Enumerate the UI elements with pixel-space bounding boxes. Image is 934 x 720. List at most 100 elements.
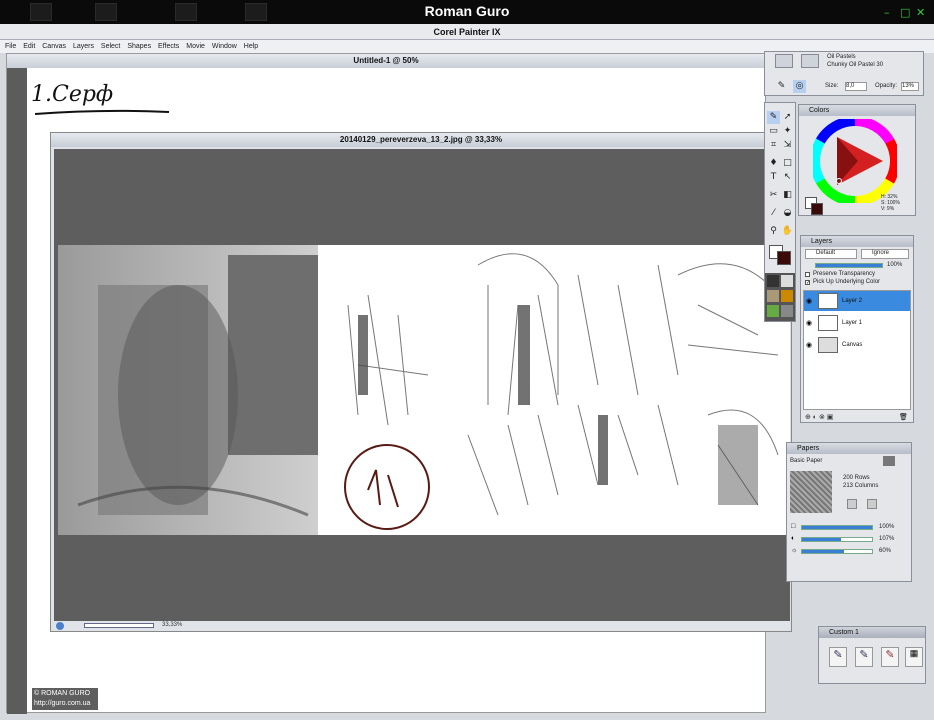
eye-icon[interactable]: ◉ <box>806 297 812 305</box>
colors-title[interactable]: Colors <box>799 105 915 116</box>
menu-select[interactable]: Select <box>101 43 120 50</box>
menu-movie[interactable]: Movie <box>186 43 205 50</box>
paper-swatch[interactable] <box>767 275 779 287</box>
layer-adjuster-icon[interactable]: ➚ <box>781 111 794 124</box>
brush-variant[interactable]: Chunky Oil Pastel 30 <box>827 62 883 68</box>
layer-opacity-value: 100% <box>887 262 903 268</box>
transform-icon[interactable]: ⇲ <box>781 139 794 152</box>
menu-edit[interactable]: Edit <box>23 43 35 50</box>
brush-selector-bar: Oil Pastels Chunky Oil Pastel 30 Size: 8… <box>764 51 924 96</box>
layer-row-2[interactable]: Layer 2 <box>818 291 918 311</box>
colors-panel: Colors H: 32% S: 100% V: 9% <box>798 104 916 216</box>
sketch-image <box>58 245 779 535</box>
size-field[interactable]: 8,0 <box>845 82 867 91</box>
document-window-image[interactable]: 20140129_pereverzeva_13_2.jpg @ 33,33% 3… <box>50 132 792 632</box>
invert-paper-icon[interactable] <box>847 499 857 509</box>
rect-select-icon[interactable]: ▭ <box>767 125 780 138</box>
zoom-tool-icon[interactable]: ⚲ <box>767 225 780 238</box>
paper-brightness-slider[interactable] <box>801 549 873 554</box>
composite-method-select[interactable]: Default <box>805 249 857 259</box>
nozzle-swatch[interactable] <box>781 305 793 317</box>
size-label: Size: <box>825 83 839 89</box>
magic-wand-icon[interactable]: ✦ <box>781 125 794 138</box>
grabber-icon[interactable]: ✋ <box>781 225 794 238</box>
canvas-area[interactable] <box>54 149 790 621</box>
layers-title[interactable]: Layers <box>801 236 913 247</box>
paper-contrast-slider[interactable] <box>801 537 873 542</box>
stroke-type-icon[interactable]: ◎ <box>793 80 806 93</box>
library-swatches[interactable] <box>765 273 795 321</box>
layer-commands-icons[interactable]: ⊕ ◐ ⊗ ▣ <box>805 413 833 421</box>
cloner-icon[interactable]: ✂ <box>767 189 780 202</box>
app-title: Corel Painter IX <box>0 24 934 40</box>
sketch-artwork[interactable] <box>58 245 790 535</box>
crop-icon[interactable]: ⌗ <box>767 139 780 152</box>
layer-row-1[interactable]: Layer 1 <box>818 313 918 333</box>
layer-opacity-slider[interactable] <box>815 263 883 268</box>
brush-category-icon[interactable] <box>775 54 793 68</box>
slider-fill-2 <box>802 550 844 553</box>
contrast-icon: ◐ <box>791 535 796 542</box>
look-swatch[interactable] <box>767 305 779 317</box>
brush-variant-icon[interactable] <box>801 54 819 68</box>
zoom-readout: 33,33% <box>162 622 183 628</box>
paper-brightness-value: 60% <box>879 548 892 554</box>
menu-effects[interactable]: Effects <box>158 43 179 50</box>
custom-brush-1-icon[interactable]: ✎ <box>829 647 847 667</box>
custom-brush-4-icon[interactable]: ▦ <box>905 647 923 667</box>
custom-brush-3-icon[interactable]: ✎ <box>881 647 899 667</box>
paint-bucket-icon[interactable]: ◒ <box>781 207 794 220</box>
paper-swatch-button[interactable] <box>883 456 895 466</box>
menu-help[interactable]: Help <box>244 43 258 50</box>
eraser-icon[interactable]: ◧ <box>781 189 794 202</box>
gradient-swatch[interactable] <box>781 275 793 287</box>
zoom-icon[interactable] <box>56 622 64 630</box>
layer-row-canvas[interactable]: Canvas <box>818 335 918 355</box>
opacity-field[interactable]: 13% <box>901 82 919 91</box>
menu-shapes[interactable]: Shapes <box>127 43 151 50</box>
custom-brush-2-icon[interactable]: ✎ <box>855 647 873 667</box>
brush-icon[interactable]: ✎ <box>775 80 788 93</box>
window-title: Roman Guro <box>424 3 510 19</box>
color-swatch-main[interactable] <box>811 203 823 215</box>
minimize-button[interactable]: – <box>884 6 890 19</box>
color-wheel[interactable] <box>813 119 897 203</box>
underline-stroke <box>34 109 170 115</box>
pickup-checkbox[interactable]: ✓ <box>805 280 810 286</box>
document-title[interactable]: Untitled-1 @ 50% <box>7 54 765 68</box>
shape-select-icon[interactable]: ↖ <box>781 171 794 184</box>
top-bar: Roman Guro – □ ✕ <box>0 0 934 24</box>
weave-swatch[interactable] <box>781 290 793 302</box>
dropper-icon[interactable]: ⁄ <box>767 207 780 220</box>
text-icon[interactable]: T <box>767 171 780 184</box>
preserve-checkbox[interactable] <box>805 272 810 277</box>
watermark-line2: http://guro.com.ua <box>34 700 91 707</box>
trash-icon[interactable]: 🗑 <box>899 413 908 421</box>
papers-panel: Papers Basic Paper 200 Rows 213 Columns … <box>786 442 912 582</box>
document-title[interactable]: 20140129_pereverzeva_13_2.jpg @ 33,33% <box>51 133 791 147</box>
main-color-swatch[interactable] <box>777 251 791 265</box>
layer-mode-select[interactable]: Ignore <box>861 249 909 259</box>
custom-title[interactable]: Custom 1 <box>819 627 925 638</box>
menu-canvas[interactable]: Canvas <box>42 43 66 50</box>
slider-fill-0 <box>802 526 872 529</box>
zoom-slider[interactable] <box>84 623 154 628</box>
pen-icon[interactable]: ♦ <box>767 157 780 170</box>
paper-settings-icon[interactable] <box>867 499 877 509</box>
eye-icon[interactable]: ◉ <box>806 319 812 327</box>
menu-window[interactable]: Window <box>212 43 237 50</box>
pattern-swatch[interactable] <box>767 290 779 302</box>
maximize-button[interactable]: □ <box>900 6 910 19</box>
papers-title[interactable]: Papers <box>787 443 911 454</box>
status-bar: 33,33% <box>54 621 790 631</box>
rect-shape-icon[interactable]: □ <box>781 157 794 170</box>
menu-file[interactable]: File <box>5 43 16 50</box>
close-button[interactable]: ✕ <box>916 6 925 19</box>
menu-layers[interactable]: Layers <box>73 43 94 50</box>
brush-category[interactable]: Oil Pastels <box>827 54 856 60</box>
brush-tool-icon[interactable]: ✎ <box>767 111 780 124</box>
layers-panel: Layers Default Ignore 100% Preserve Tran… <box>800 235 914 423</box>
eye-icon[interactable]: ◉ <box>806 341 812 349</box>
canvas-margin <box>7 68 27 714</box>
paper-scale-slider[interactable] <box>801 525 873 530</box>
